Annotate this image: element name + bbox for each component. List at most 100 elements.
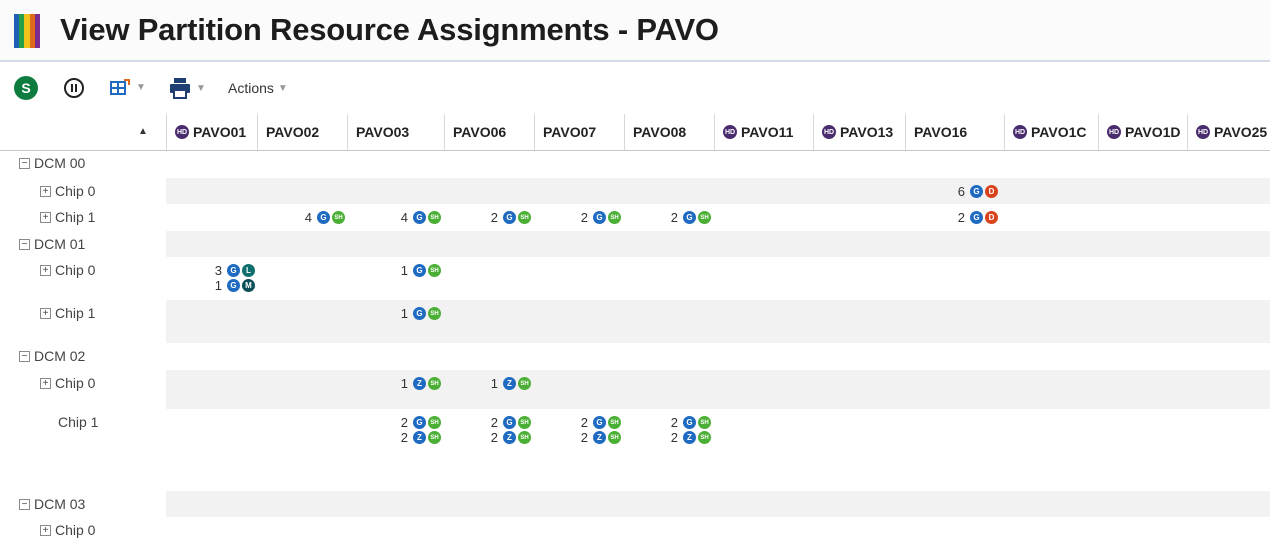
hd-badge-icon: HD <box>1196 125 1210 139</box>
column-header-pavo13[interactable]: HD PAVO13 <box>813 114 905 150</box>
type-sh-badge-icon: SH <box>608 416 621 429</box>
collapse-icon[interactable]: − <box>19 350 30 362</box>
print-menu-button[interactable]: ▼ <box>168 76 206 100</box>
column-header-pavo07[interactable]: PAVO07 <box>534 114 624 150</box>
assignment-count: 2 <box>670 415 678 430</box>
type-sh-badge-icon: SH <box>428 264 441 277</box>
grid-cell[interactable]: 2GD <box>918 210 998 225</box>
column-header-pavo08[interactable]: PAVO08 <box>624 114 714 150</box>
assignment-entry: 2GD <box>918 210 998 225</box>
type-l-badge-icon: L <box>242 264 255 277</box>
hd-badge-icon: HD <box>175 125 189 139</box>
row-label-text: Chip 0 <box>55 522 96 538</box>
chevron-down-icon: ▼ <box>196 82 206 94</box>
pause-button[interactable] <box>64 78 84 98</box>
assignment-entry: 2 G SH <box>541 415 621 430</box>
hd-badge-icon: HD <box>822 125 836 139</box>
type-sh-badge-icon: SH <box>428 211 441 224</box>
export-menu-button[interactable]: ▼ <box>110 78 146 96</box>
assignment-entry: 1 Z SH <box>451 376 531 391</box>
grid-cell[interactable]: 4 G SH <box>265 210 345 225</box>
assignment-count: 2 <box>490 210 498 225</box>
table-row: + Chip 0 <box>0 517 1270 538</box>
grid-cell[interactable]: 3GL1GM <box>175 263 255 293</box>
grid-cell[interactable]: 2 G SH <box>631 210 711 225</box>
type-z-badge-icon: Z <box>503 377 516 390</box>
assignment-entry: 2 G SH <box>451 210 531 225</box>
type-sh-badge-icon: SH <box>518 211 531 224</box>
grid-cell[interactable]: 1 G SH <box>361 263 441 278</box>
expand-icon[interactable]: + <box>40 185 51 197</box>
table-row: + Chip 1 4 G SH 4 G SH 2 G SH 2 G SH 2 G SH 2 G D <box>0 204 1270 231</box>
column-header-label: PAVO25 <box>1214 124 1268 140</box>
grid-cell[interactable]: 2 G SH <box>451 210 531 225</box>
column-header-pavo1c[interactable]: HD PAVO1C <box>1004 114 1098 150</box>
column-header-label: PAVO1D <box>1125 124 1181 140</box>
column-header-label: PAVO01 <box>193 124 247 140</box>
type-sh-badge-icon: SH <box>608 431 621 444</box>
assignment-entry: 3GL <box>175 263 255 278</box>
type-sh-badge-icon: SH <box>518 416 531 429</box>
row-label-text: Chip 0 <box>55 183 96 199</box>
grid-cell[interactable]: 1 Z SH <box>451 376 531 391</box>
chevron-down-icon: ▼ <box>136 81 146 93</box>
assignment-entry: 2 Z SH <box>631 430 711 445</box>
assignment-count: 2 <box>400 415 408 430</box>
collapse-icon[interactable]: − <box>19 238 30 250</box>
assignment-count: 6 <box>957 184 965 199</box>
column-header-pavo02[interactable]: PAVO02 <box>257 114 347 150</box>
start-icon: S <box>14 76 38 100</box>
type-g-badge-icon: G <box>227 279 240 292</box>
column-header-label: PAVO1C <box>1031 124 1087 140</box>
type-sh-badge-icon: SH <box>518 377 531 390</box>
grid-cell[interactable]: 2 G SH <box>541 210 621 225</box>
grid-cell[interactable]: 2 G SH 2 Z SH <box>631 415 711 445</box>
collapse-icon[interactable]: − <box>19 498 30 510</box>
row-background <box>166 231 1270 257</box>
actions-label: Actions <box>228 80 274 96</box>
grid-cell[interactable]: 6GD <box>918 184 998 199</box>
type-sh-badge-icon: SH <box>608 211 621 224</box>
hd-badge-icon: HD <box>1013 125 1027 139</box>
expand-icon[interactable]: + <box>40 211 51 223</box>
column-header-pavo16[interactable]: PAVO16 <box>905 114 1004 150</box>
assignment-count: 2 <box>580 430 588 445</box>
assignment-count: 1 <box>214 278 222 293</box>
grid-cell[interactable]: 2 G SH 2 Z SH <box>451 415 531 445</box>
actions-menu-button[interactable]: Actions ▼ <box>228 80 288 96</box>
column-header-pavo03[interactable]: PAVO03 <box>347 114 444 150</box>
expand-icon[interactable]: + <box>40 307 51 319</box>
group-row: − DCM 00 <box>0 150 1270 178</box>
table-row: + Chip 0 3 G L 1 G M 1 G SH <box>0 257 1270 300</box>
group-row: − DCM 02 <box>0 343 1270 370</box>
table-row: + Chip 0 6GD <box>0 178 1270 204</box>
row-label: Chip 1 <box>58 414 98 430</box>
row-background <box>166 370 1270 409</box>
assignment-count: 1 <box>400 376 408 391</box>
column-header-label: PAVO07 <box>543 124 597 140</box>
grid-cell[interactable]: 1 Z SH <box>361 376 441 391</box>
group-row: − DCM 03 <box>0 491 1270 517</box>
assignment-count: 1 <box>400 306 408 321</box>
grid-cell[interactable]: 1 G SH <box>361 306 441 321</box>
assignment-entry: 1 G SH <box>361 306 441 321</box>
assignment-count: 3 <box>214 263 222 278</box>
type-g-badge-icon: G <box>413 416 426 429</box>
expand-icon[interactable]: + <box>40 264 51 276</box>
type-g-badge-icon: G <box>970 211 983 224</box>
column-header-pavo25[interactable]: HD PAVO25 <box>1187 114 1270 150</box>
start-button[interactable]: S <box>14 76 38 100</box>
column-header-pavo1d[interactable]: HD PAVO1D <box>1098 114 1187 150</box>
row-label-text: DCM 02 <box>34 348 86 364</box>
sort-ascending-icon[interactable]: ▲ <box>138 126 148 137</box>
grid-cell[interactable]: 2 G SH 2 Z SH <box>541 415 621 445</box>
grid-cell[interactable]: 4 G SH <box>361 210 441 225</box>
column-header-pavo06[interactable]: PAVO06 <box>444 114 534 150</box>
assignment-entry: 2 G SH <box>631 210 711 225</box>
column-header-pavo01[interactable]: HD PAVO01 <box>166 114 257 150</box>
expand-icon[interactable]: + <box>40 377 51 389</box>
collapse-icon[interactable]: − <box>19 157 30 169</box>
grid-cell[interactable]: 2 G SH 2 Z SH <box>361 415 441 445</box>
column-header-label: PAVO16 <box>914 124 968 140</box>
column-header-pavo11[interactable]: HD PAVO11 <box>714 114 813 150</box>
